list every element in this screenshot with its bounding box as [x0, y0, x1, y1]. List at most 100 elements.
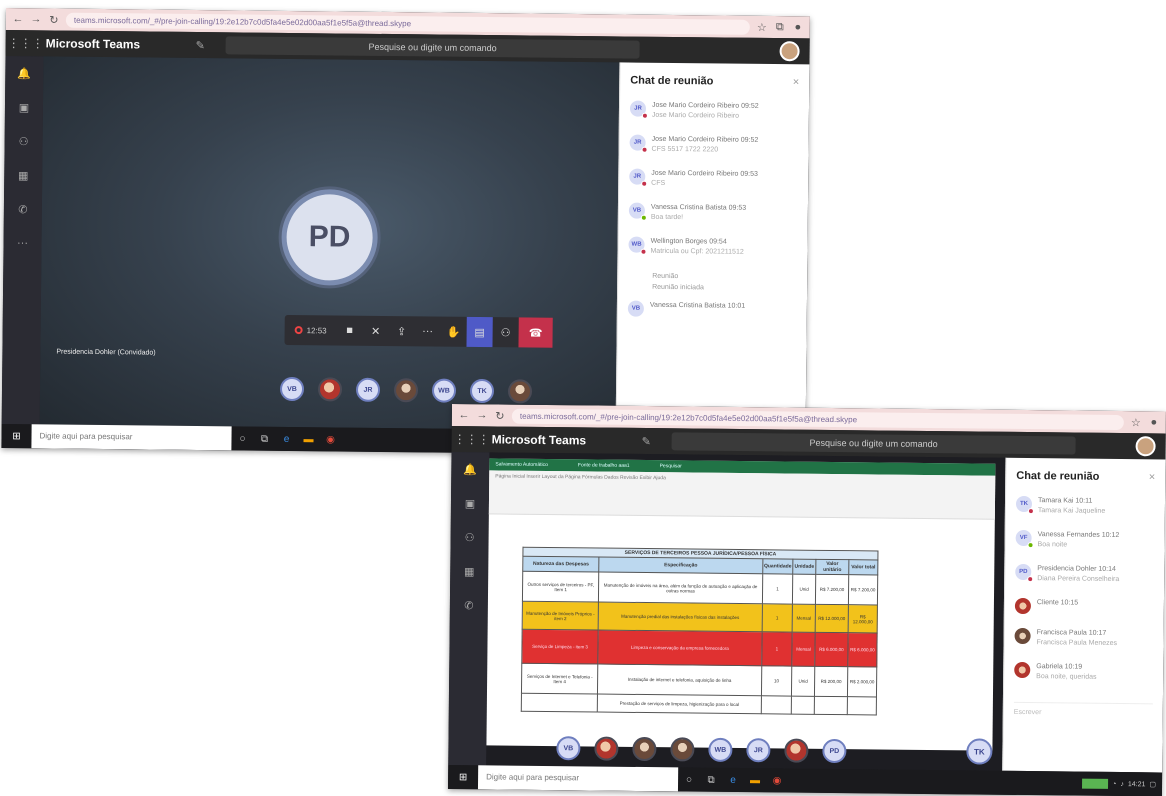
edge-icon[interactable]: e	[722, 774, 744, 785]
table-cell: Outros serviços de terceiros - PF, Item …	[522, 571, 599, 603]
message-header: Vanessa Cristina Batista 09:53	[650, 203, 747, 212]
self-avatar[interactable]: TK	[966, 738, 993, 765]
avatar[interactable]	[779, 41, 800, 62]
participant-avatar-photo[interactable]	[632, 736, 657, 762]
sender-avatar: PD	[1015, 563, 1034, 583]
chat-message: PD Presidencia Dohler 10:14 Diana Pereira …	[1015, 563, 1154, 585]
column-header: Unidade	[792, 559, 816, 575]
calendar-icon[interactable]: ▦	[4, 158, 42, 192]
new-chat-icon[interactable]: ✎	[196, 38, 226, 51]
search-input[interactable]: Pesquise ou digite um comando	[671, 432, 1076, 455]
chat-icon[interactable]: ▣	[5, 90, 43, 124]
participant-avatar[interactable]: PD	[822, 738, 847, 764]
task-view-icon[interactable]: ⧉	[700, 774, 722, 785]
reload-icon[interactable]: ↻	[494, 409, 506, 422]
table-row: Outros serviços de terceiros - PF, Item …	[522, 571, 878, 605]
forward-icon[interactable]: →	[476, 409, 488, 421]
participant-avatar[interactable]: WB	[431, 378, 457, 403]
participant-avatar-photo[interactable]	[317, 377, 343, 402]
table-cell: R$ 2.000,00	[847, 666, 877, 697]
chat-icon[interactable]: ▣	[451, 486, 489, 520]
back-icon[interactable]: ←	[12, 13, 24, 25]
presenter-avatar: PD	[281, 188, 379, 286]
system-tray: ◔ ♪ 14:21 ▢	[1082, 778, 1162, 790]
wifi-icon[interactable]: ◔	[1112, 780, 1116, 787]
new-chat-icon[interactable]: ✎	[642, 434, 672, 447]
more-apps-icon[interactable]: ···	[3, 226, 41, 260]
participant-avatar[interactable]: JR	[746, 738, 771, 763]
table-cell: Manutenção de imóveis na área, além da f…	[598, 572, 763, 604]
close-icon[interactable]: ×	[1149, 471, 1156, 483]
chat-toggle-icon[interactable]: ▤	[466, 316, 493, 348]
participant-avatar-photo[interactable]	[784, 738, 809, 763]
star-icon[interactable]: ☆	[756, 20, 768, 33]
participants-icon[interactable]: ⚇	[492, 317, 518, 347]
search-input[interactable]: Pesquise ou digite um comando	[225, 36, 640, 59]
profile-icon[interactable]: ●	[792, 21, 804, 33]
sender-avatar-photo	[1014, 597, 1031, 615]
table-cell: R$ 6.000,00	[814, 632, 849, 667]
table-cell: Mensal	[791, 632, 816, 667]
message-body: Boa noite, queridas	[1036, 673, 1097, 681]
participant-avatar[interactable]: VB	[556, 736, 581, 761]
profile-icon[interactable]: ●	[1148, 416, 1160, 428]
cortana-icon[interactable]: ○	[678, 774, 700, 785]
task-view-icon[interactable]: ⧉	[253, 433, 275, 444]
calendar-icon[interactable]: ▦	[450, 554, 488, 588]
cortana-icon[interactable]: ○	[231, 433, 253, 444]
participant-avatar[interactable]: VB	[279, 376, 305, 402]
close-icon[interactable]: ×	[793, 76, 800, 88]
share-icon[interactable]: ⇪	[388, 316, 414, 346]
participant-avatar-photo[interactable]	[393, 378, 419, 403]
avatar[interactable]	[1135, 436, 1156, 457]
participant-avatar[interactable]: TK	[469, 378, 495, 404]
chat-message: JR Jose Mario Cordeiro Ribeiro 09:53 CFS	[629, 168, 798, 191]
extension-icon[interactable]: ⧉	[774, 21, 786, 34]
activity-icon[interactable]: 🔔	[5, 56, 43, 90]
compose-box[interactable]: Escrever	[1013, 701, 1153, 718]
address-bar[interactable]: teams.microsoft.com/_#/pre-join-calling/…	[511, 408, 1124, 430]
table-cell: Mensal	[792, 604, 816, 633]
calls-icon[interactable]: ✆	[450, 588, 488, 622]
hang-up-icon[interactable]: ☎	[518, 317, 553, 348]
reload-icon[interactable]: ↻	[48, 13, 60, 26]
notifications-icon[interactable]: ▢	[1149, 780, 1156, 788]
table-cell	[760, 695, 792, 715]
edge-icon[interactable]: e	[275, 433, 297, 444]
table-cell: Unid	[792, 574, 816, 605]
windows-start-icon[interactable]: ⊞	[448, 771, 478, 783]
participant-avatar[interactable]: JR	[355, 377, 381, 402]
windows-start-icon[interactable]: ⊞	[1, 430, 31, 442]
app-launcher-icon[interactable]: ⋮⋮⋮	[6, 36, 46, 50]
participant-avatar-photo[interactable]	[594, 736, 619, 761]
participant-avatar-photo[interactable]	[507, 379, 533, 404]
participant-avatar[interactable]: WB	[708, 737, 733, 762]
star-icon[interactable]: ☆	[1130, 416, 1142, 429]
raise-hand-icon[interactable]: ✋	[440, 317, 466, 347]
excel-search: Pesquisar	[659, 463, 682, 470]
taskbar-search[interactable]: Digite aqui para pesquisar	[31, 424, 232, 451]
taskbar-search[interactable]: Digite aqui para pesquisar	[477, 765, 679, 792]
camera-icon[interactable]: ■	[336, 315, 362, 345]
file-explorer-icon[interactable]: ▬	[744, 775, 766, 786]
chrome-icon[interactable]: ◉	[766, 775, 788, 786]
participant-avatar-photo[interactable]	[670, 737, 695, 762]
teams-icon[interactable]: ⚇	[450, 520, 488, 554]
teams-icon[interactable]: ⚇	[4, 124, 42, 158]
chrome-icon[interactable]: ◉	[319, 434, 341, 445]
app-launcher-icon[interactable]: ⋮⋮⋮	[452, 432, 492, 446]
forward-icon[interactable]: →	[30, 13, 42, 25]
volume-icon[interactable]: ♪	[1120, 781, 1124, 788]
back-icon[interactable]: ←	[458, 409, 470, 421]
shared-screen-stage: Salvamento Automático Fonte de trabalho …	[486, 452, 1006, 771]
chat-title: Chat de reunião	[630, 74, 714, 88]
more-options-icon[interactable]: ···	[414, 316, 440, 346]
mic-off-icon[interactable]: ✕	[362, 316, 388, 346]
chat-message: VB Vanessa Cristina Batista 10:01	[627, 300, 797, 319]
table-row: Serviço de Limpeza - item 3 Limpeza e con…	[521, 629, 878, 667]
table-cell: Manutenção predial das instalações físic…	[598, 602, 763, 632]
file-explorer-icon[interactable]: ▬	[297, 434, 319, 445]
activity-icon[interactable]: 🔔	[451, 452, 489, 486]
clock[interactable]: 14:21	[1128, 781, 1146, 788]
calls-icon[interactable]: ✆	[4, 192, 42, 226]
